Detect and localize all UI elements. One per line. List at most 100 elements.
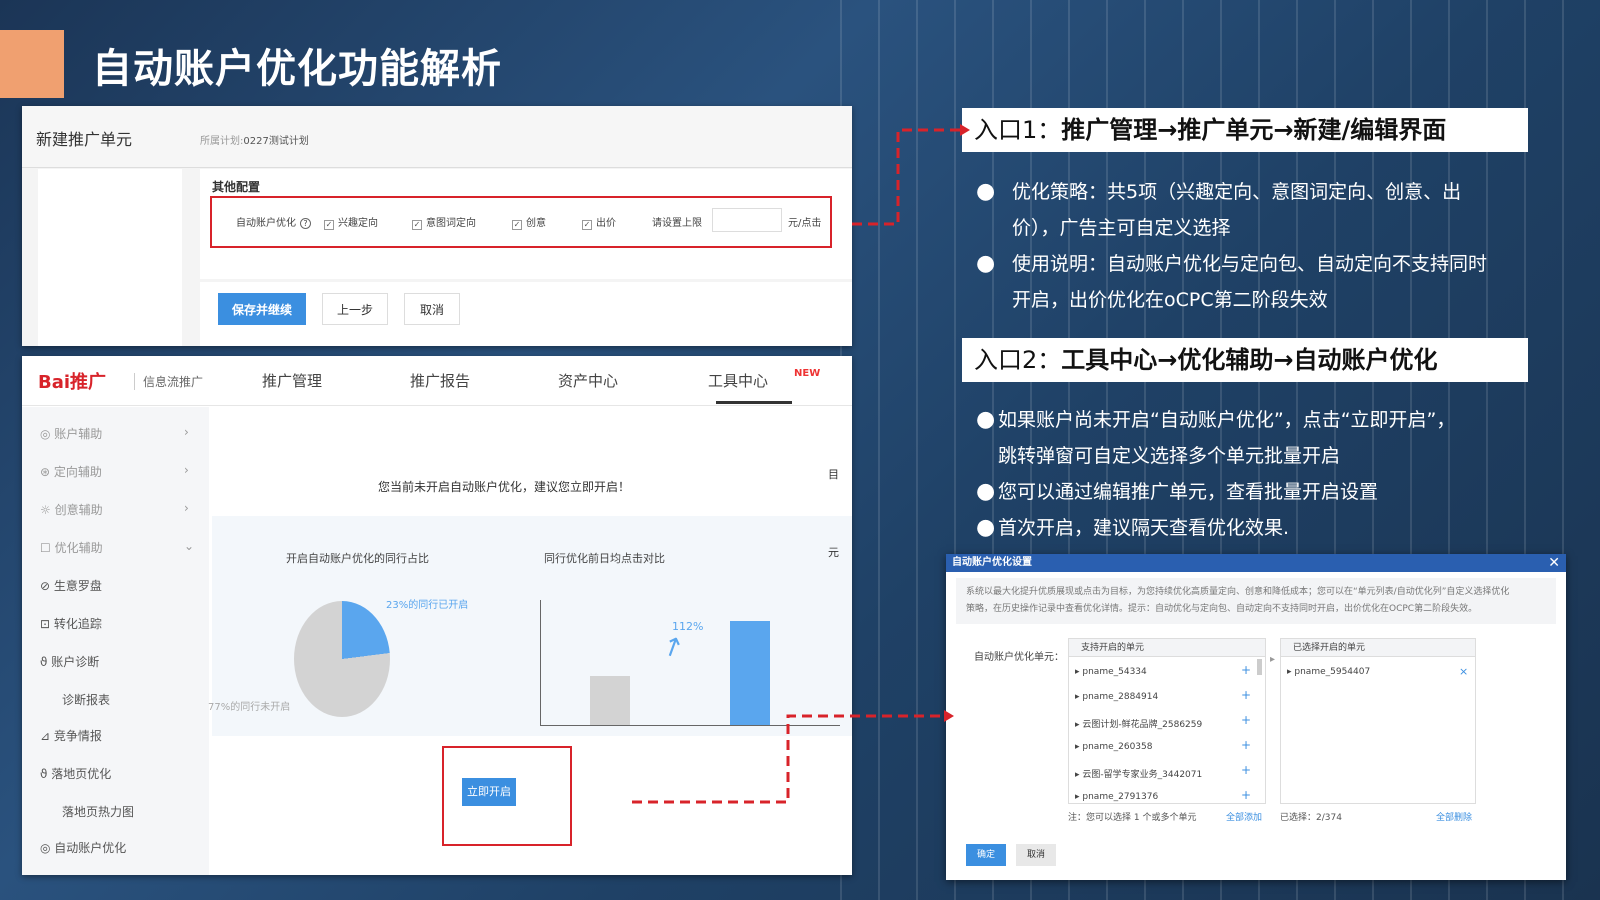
- bar-chart-x-axis: [540, 725, 840, 726]
- sidebar-item-label: 转化追踪: [53, 617, 102, 631]
- nav-tool-center[interactable]: 工具中心: [708, 370, 768, 391]
- pie-label-not-opened: 77%的同行未开启: [208, 702, 291, 713]
- sidebar-item-label: 账户诊断: [51, 655, 100, 669]
- description-line: 策略，在历史操作记录中查看优化详情。提示：自动优化与定向包、自动定向不支持同时开…: [966, 604, 1478, 614]
- bar-chart-title: 同行优化前日均点击对比: [544, 552, 665, 565]
- sidebar-item-account-diagnosis[interactable]: ϑ 账户诊断: [40, 653, 99, 670]
- nav-promotion-management[interactable]: 推广管理: [262, 370, 322, 391]
- bullet-icon: ●: [976, 479, 996, 504]
- chevron-right-icon: ▸: [1270, 654, 1276, 665]
- item-label: pname_2884914: [1082, 692, 1159, 702]
- checkbox-icon[interactable]: ✓: [512, 220, 522, 230]
- list-item[interactable]: ▸ 云图-留学专家业务_3442071: [1075, 767, 1202, 780]
- item-label: pname_5954407: [1294, 667, 1371, 677]
- add-icon[interactable]: +: [1241, 663, 1251, 677]
- entry2-header: 入口2：工具中心→优化辅助→自动账户优化: [962, 338, 1528, 382]
- entry2-prefix: 入口2：: [974, 346, 1062, 374]
- nav-promotion-report[interactable]: 推广报告: [410, 370, 470, 391]
- account-icon: ◎: [40, 427, 55, 441]
- checkbox-icon[interactable]: ✓: [412, 220, 422, 230]
- sidebar-item-creative-assist[interactable]: ☼ 创意辅助: [40, 501, 103, 518]
- sidebar-item-landing-page-optimize[interactable]: ϑ 落地页优化: [40, 765, 111, 782]
- bullet-line: 优化策略：共5项（兴趣定向、意图词定向、创意、出: [1012, 181, 1462, 203]
- sidebar-item-auto-account-optimize[interactable]: ◎ 自动账户优化: [40, 839, 126, 856]
- nav-asset-center[interactable]: 资产中心: [558, 370, 618, 391]
- cap-unit: 元/点击: [788, 218, 822, 229]
- item-label: 云图-留学专家业务_3442071: [1082, 770, 1203, 780]
- option-text: 意图词定向: [426, 218, 476, 229]
- add-icon[interactable]: +: [1241, 738, 1251, 752]
- save-continue-button[interactable]: 保存并继续: [218, 293, 306, 325]
- panel-title: 新建推广单元: [36, 130, 133, 149]
- close-icon[interactable]: ✕: [1548, 554, 1560, 572]
- notice-text: 您当前未开启自动账户优化，建议您立即开启！: [378, 480, 631, 494]
- list-item[interactable]: ▸ pname_2791376: [1075, 792, 1158, 802]
- sidebar-item-diagnosis-report[interactable]: 诊断报表: [62, 691, 110, 708]
- bullet-line: 价），广告主可自定义选择: [1012, 217, 1231, 239]
- sidebar-item-landing-heatmap[interactable]: 落地页热力图: [62, 803, 134, 820]
- add-icon[interactable]: +: [1241, 713, 1251, 727]
- remove-icon[interactable]: ×: [1459, 665, 1468, 678]
- option-text: 出价: [596, 218, 616, 229]
- help-icon[interactable]: ?: [300, 218, 311, 229]
- checkbox-icon[interactable]: ✓: [582, 220, 592, 230]
- remove-all-link[interactable]: 全部删除: [1436, 810, 1472, 823]
- add-all-link[interactable]: 全部添加: [1226, 810, 1262, 823]
- dialog-header: 自动账户优化设置: [946, 554, 1566, 572]
- entry2-bullet-2: ● 您可以通过编辑推广单元，查看批量开启设置: [976, 474, 1556, 510]
- option-label-text: 自动账户优化: [236, 218, 296, 229]
- panel-header: 新建推广单元 所属计划:0227测试计划: [22, 106, 852, 168]
- option-text: 兴趣定向: [338, 218, 378, 229]
- active-tab-indicator: [716, 401, 792, 404]
- option-bid[interactable]: ✓ 出价: [582, 214, 616, 230]
- cap-input[interactable]: [712, 208, 782, 232]
- confirm-button[interactable]: 确定: [966, 844, 1006, 866]
- list-item[interactable]: ▸ pname_54334: [1075, 667, 1147, 677]
- entry2-bullet-1: ● 如果账户尚未开启“自动账户优化”，点击“立即开启”， 跳转弹窗可自定义选择多…: [976, 402, 1556, 474]
- add-icon[interactable]: +: [1241, 788, 1251, 802]
- cancel-button[interactable]: 取消: [1016, 844, 1056, 866]
- sidebar-item-competitive-intel[interactable]: ⊿ 竞争情报: [40, 727, 102, 744]
- sidebar-item-optimize-assist[interactable]: ☐ 优化辅助: [40, 539, 103, 556]
- selected-units-list: 已选择开启的单元 ▸ pname_5954407 ×: [1280, 638, 1476, 804]
- left-column: [38, 169, 182, 346]
- prev-step-button[interactable]: 上一步: [322, 293, 388, 325]
- list-item[interactable]: ▸ pname_5954407: [1287, 667, 1370, 677]
- logo-subtitle: 信息流推广: [134, 373, 203, 390]
- selection-note: 注：您可以选择 1 个或多个单元: [1068, 813, 1197, 823]
- entry2-path: 工具中心→优化辅助→自动账户优化: [1061, 346, 1438, 374]
- add-icon[interactable]: +: [1241, 688, 1251, 702]
- option-interest[interactable]: ✓ 兴趣定向: [324, 214, 378, 230]
- entry1-header: 入口1：推广管理→推广单元→新建/编辑界面: [962, 108, 1528, 152]
- list-item[interactable]: ▸ 云图计划-鲜花品牌_2586259: [1075, 717, 1202, 730]
- gear-icon: ◎: [40, 841, 55, 855]
- add-icon[interactable]: +: [1241, 763, 1251, 777]
- sidebar-item-label: 生意罗盘: [53, 579, 102, 593]
- entry1-bullet-1: ● 优化策略：共5项（兴趣定向、意图词定向、创意、出 价），广告主可自定义选择: [976, 174, 1536, 246]
- option-intent-keyword[interactable]: ✓ 意图词定向: [412, 214, 476, 230]
- plan-value: 0227测试计划: [243, 136, 309, 147]
- scrollbar[interactable]: [1257, 659, 1262, 675]
- list-item[interactable]: ▸ pname_2884914: [1075, 692, 1158, 702]
- pie-chart-title: 开启自动账户优化的同行占比: [286, 552, 429, 565]
- chevron-down-icon: ⌄: [184, 539, 195, 553]
- item-label: pname_260358: [1082, 742, 1153, 752]
- cutoff-text: 目: [828, 468, 839, 481]
- option-creative[interactable]: ✓ 创意: [512, 214, 546, 230]
- sidebar-item-account-assist[interactable]: ◎ 账户辅助: [40, 425, 102, 442]
- bullet-line: 如果账户尚未开启“自动账户优化”，点击“立即开启”，: [998, 409, 1456, 431]
- sidebar-item-targeting-assist[interactable]: ⊛ 定向辅助: [40, 463, 102, 480]
- list-item[interactable]: ▸ pname_260358: [1075, 742, 1152, 752]
- available-units-list: 支持开启的单元 ▸ pname_54334 ▸ pname_2884914 ▸ …: [1068, 638, 1266, 804]
- sidebar-item-label: 竞争情报: [53, 729, 102, 743]
- sidebar-item-conversion-tracking[interactable]: ⊡ 转化追踪: [40, 615, 102, 632]
- open-now-button[interactable]: 立即开启: [462, 778, 516, 806]
- sidebar-item-label: 定向辅助: [53, 465, 102, 479]
- plan-label: 所属计划:: [200, 136, 244, 147]
- bullet-icon: ●: [976, 251, 996, 276]
- sidebar-item-business-compass[interactable]: ⊘ 生意罗盘: [40, 577, 102, 594]
- checkbox-icon[interactable]: ✓: [324, 220, 334, 230]
- pie-label-opened: 23%的同行已开启: [386, 600, 469, 611]
- cancel-button[interactable]: 取消: [404, 293, 460, 325]
- tool-center-panel: Bai推广 信息流推广 推广管理 推广报告 资产中心 工具中心 NEW ◎ 账户…: [22, 356, 852, 875]
